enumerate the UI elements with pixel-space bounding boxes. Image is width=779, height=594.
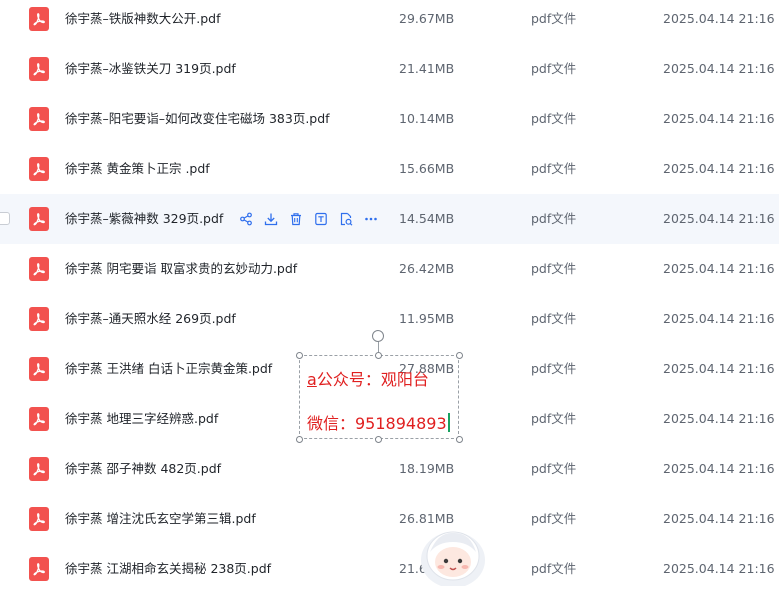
modified-date: 2025.04.14 21:16 [663,61,775,76]
file-row[interactable]: 徐宇蒸 阴宅要诣 取富求贵的玄妙动力.pdf 26.42MB pdf文件 2025.0… [0,244,779,294]
modified-date: 2025.04.14 21:16 [663,161,775,176]
file-size: 18.19MB [399,461,455,476]
file-type: pdf文件 [531,561,577,576]
file-name[interactable]: 徐宇蒸 黄金策卜正宗 .pdf [65,144,210,194]
share-icon[interactable] [238,211,254,227]
file-type: pdf文件 [531,111,577,126]
download-icon[interactable] [263,211,279,227]
pdf-file-icon [29,157,49,181]
resize-handle-b[interactable] [375,436,382,443]
file-row[interactable]: 徐宇蒸 黄金策卜正宗 .pdf 15.66MB pdf文件 2025.04.14 21… [0,144,779,194]
modified-date: 2025.04.14 21:16 [663,311,775,326]
watermark-line-2[interactable]: 微信：951894893 [307,410,450,434]
pdf-file-icon [29,357,49,381]
watermark-line-1[interactable]: a公众号：观阳台 [307,366,429,390]
file-name[interactable]: 徐宇蒸–铁版神数大公开.pdf [65,0,221,44]
text-caret [447,413,450,432]
file-row[interactable]: 徐宇蒸 江湖相命玄关揭秘 238页.pdf 21.6 pdf文件 2025.04.14… [0,544,779,594]
modified-date: 2025.04.14 21:16 [663,111,775,126]
file-size: 29.67MB [399,11,455,26]
file-size: 15.66MB [399,161,455,176]
pdf-file-icon [29,207,49,231]
file-row[interactable]: 徐宇蒸–冰鉴铁关刀 319页.pdf 21.41MB pdf文件 2025.04.14… [0,44,779,94]
pdf-file-icon [29,407,49,431]
more-icon[interactable] [363,211,379,227]
modified-date: 2025.04.14 21:16 [663,461,775,476]
file-size: 14.54MB [399,211,455,226]
modified-date: 2025.04.14 21:16 [663,361,775,376]
file-type: pdf文件 [531,261,577,276]
file-name[interactable]: 徐宇蒸–冰鉴铁关刀 319页.pdf [65,44,236,94]
resize-handle-t[interactable] [375,352,382,359]
resize-handle-br[interactable] [456,436,463,443]
file-row[interactable]: 徐宇蒸–通天照水经 269页.pdf 11.95MB pdf文件 2025.04.14… [0,294,779,344]
file-type: pdf文件 [531,61,577,76]
row-checkbox[interactable] [0,212,10,225]
file-type: pdf文件 [531,161,577,176]
modified-date: 2025.04.14 21:16 [663,11,775,26]
file-row[interactable]: 徐宇蒸 增注沈氏玄空学第三辑.pdf 26.81MB pdf文件 2025.04.14… [0,494,779,544]
watermark-account: 公众号：观阳台 [316,370,429,389]
pdf-file-icon [29,507,49,531]
row-actions [238,211,379,227]
file-name[interactable]: 徐宇蒸–紫薇神数 329页.pdf [65,194,223,244]
file-row[interactable]: 徐宇蒸 邵子神数 482页.pdf 18.19MB pdf文件 2025.04.14 … [0,444,779,494]
file-size: 21.41MB [399,61,455,76]
pdf-file-icon [29,107,49,131]
file-row[interactable]: 徐宇蒸–紫薇神数 329页.pdf 14.54MB pdf文件 2025.04.14 … [0,194,779,244]
extract-text-icon[interactable] [338,211,354,227]
file-size: 11.95MB [399,311,455,326]
file-name[interactable]: 徐宇蒸 王洪绪 白话卜正宗黄金策.pdf [65,344,272,394]
delete-icon[interactable] [288,211,304,227]
pdf-file-icon [29,557,49,581]
assistant-mascot-icon[interactable] [418,528,488,588]
modified-date: 2025.04.14 21:16 [663,561,775,576]
file-type: pdf文件 [531,461,577,476]
watermark-prefix: a [307,370,317,389]
modified-date: 2025.04.14 21:16 [663,261,775,276]
file-row[interactable]: 徐宇蒸–铁版神数大公开.pdf 29.67MB pdf文件 2025.04.14 21… [0,0,779,44]
file-name[interactable]: 徐宇蒸 地理三字经辨惑.pdf [65,394,218,444]
file-size: 10.14MB [399,111,455,126]
modified-date: 2025.04.14 21:16 [663,511,775,526]
file-type: pdf文件 [531,361,577,376]
preview-icon[interactable] [313,211,329,227]
file-type: pdf文件 [531,511,577,526]
file-name[interactable]: 徐宇蒸–通天照水经 269页.pdf [65,294,236,344]
file-type: pdf文件 [531,311,577,326]
file-row[interactable]: 徐宇蒸–阳宅要诣–如何改变住宅磁场 383页.pdf 10.14MB pdf文件 20… [0,94,779,144]
pdf-file-icon [29,307,49,331]
pdf-file-icon [29,257,49,281]
rotate-handle[interactable] [372,330,384,342]
file-type: pdf文件 [531,11,577,26]
modified-date: 2025.04.14 21:16 [663,411,775,426]
resize-handle-tr[interactable] [456,352,463,359]
file-name[interactable]: 徐宇蒸 邵子神数 482页.pdf [65,444,221,494]
resize-handle-tl[interactable] [296,352,303,359]
file-name[interactable]: 徐宇蒸 江湖相命玄关揭秘 238页.pdf [65,544,271,594]
file-type: pdf文件 [531,211,577,226]
watermark-wechat: 微信：951894893 [307,414,447,433]
resize-handle-bl[interactable] [296,436,303,443]
pdf-file-icon [29,7,49,31]
file-name[interactable]: 徐宇蒸–阳宅要诣–如何改变住宅磁场 383页.pdf [65,94,330,144]
pdf-file-icon [29,457,49,481]
modified-date: 2025.04.14 21:16 [663,211,775,226]
file-name[interactable]: 徐宇蒸 阴宅要诣 取富求贵的玄妙动力.pdf [65,244,297,294]
file-size: 26.42MB [399,261,455,276]
file-type: pdf文件 [531,411,577,426]
file-name[interactable]: 徐宇蒸 增注沈氏玄空学第三辑.pdf [65,494,256,544]
pdf-file-icon [29,57,49,81]
